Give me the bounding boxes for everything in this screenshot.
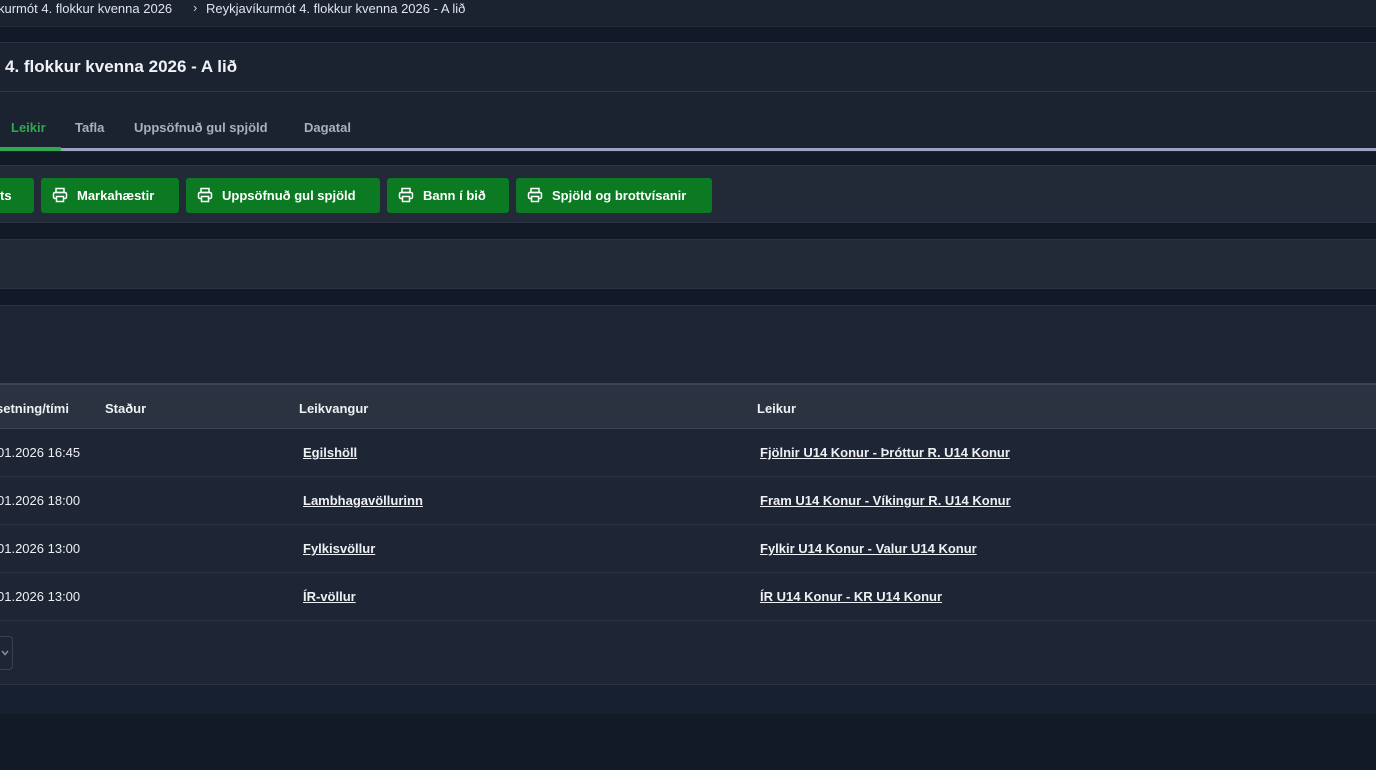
breadcrumb-item-tournament[interactable]: kurmót 4. flokkur kvenna 2026 xyxy=(0,1,172,16)
match-link[interactable]: Fjölnir U14 Konur - Þróttur R. U14 Konur xyxy=(760,445,1010,460)
tab-tafla[interactable]: Tafla xyxy=(75,120,104,135)
title-bar: 4. flokkur kvenna 2026 - A lið xyxy=(0,42,1376,92)
table-row: 01.2026 16:45 Egilshöll Fjölnir U14 Konu… xyxy=(0,429,1376,477)
chevron-right-icon: › xyxy=(193,0,198,15)
table-header: setning/tími Staður Leikvangur Leikur xyxy=(0,383,1376,429)
tab-bar: Leikir Tafla Uppsöfnuð gul spjöld Dagata… xyxy=(0,92,1376,152)
breadcrumb-item-current[interactable]: Reykjavíkurmót 4. flokkur kvenna 2026 - … xyxy=(206,1,465,16)
tab-leikir[interactable]: Leikir xyxy=(11,120,46,135)
column-header-datetime[interactable]: setning/tími xyxy=(0,401,69,416)
table-row: 01.2026 18:00 Lambhagavöllurinn Fram U14… xyxy=(0,477,1376,525)
button-label: ts xyxy=(0,188,12,203)
printer-icon xyxy=(527,187,543,203)
button-label: Bann í bið xyxy=(423,188,486,203)
column-header-match[interactable]: Leikur xyxy=(757,401,796,416)
table-row: 01.2026 13:00 Fylkisvöllur Fylkir U14 Ko… xyxy=(0,525,1376,573)
button-label: Markahæstir xyxy=(77,188,155,203)
print-results-button[interactable]: ts xyxy=(0,178,34,213)
venue-link[interactable]: ÍR-völlur xyxy=(303,589,356,604)
printer-icon xyxy=(52,187,68,203)
tab-yellow-cards[interactable]: Uppsöfnuð gul spjöld xyxy=(134,120,268,135)
column-header-venue[interactable]: Leikvangur xyxy=(299,401,368,416)
cell-datetime: 01.2026 16:45 xyxy=(0,445,81,460)
match-link[interactable]: ÍR U14 Konur - KR U14 Konur xyxy=(760,589,942,604)
printer-icon xyxy=(197,187,213,203)
match-link[interactable]: Fylkir U14 Konur - Valur U14 Konur xyxy=(760,541,977,556)
match-link[interactable]: Fram U14 Konur - Víkingur R. U14 Konur xyxy=(760,493,1011,508)
page-size-select[interactable] xyxy=(0,636,13,670)
venue-link[interactable]: Lambhagavöllurinn xyxy=(303,493,423,508)
print-cards-dismissals-button[interactable]: Spjöld og brottvísanir xyxy=(516,178,712,213)
chevron-down-icon xyxy=(1,650,9,656)
venue-link[interactable]: Fylkisvöllur xyxy=(303,541,375,556)
footer-strip xyxy=(0,685,1376,714)
cell-datetime: 01.2026 13:00 xyxy=(0,589,81,604)
venue-link[interactable]: Egilshöll xyxy=(303,445,357,460)
print-yellow-cards-button[interactable]: Uppsöfnuð gul spjöld xyxy=(186,178,380,213)
cell-datetime: 01.2026 13:00 xyxy=(0,541,81,556)
breadcrumb: kurmót 4. flokkur kvenna 2026 › Reykjaví… xyxy=(0,0,1376,27)
print-top-scorers-button[interactable]: Markahæstir xyxy=(41,178,179,213)
button-label: Spjöld og brottvísanir xyxy=(552,188,687,203)
column-header-place[interactable]: Staður xyxy=(105,401,146,416)
button-label: Uppsöfnuð gul spjöld xyxy=(222,188,356,203)
active-tab-indicator xyxy=(0,147,61,151)
print-toolbar: ts Markahæstir Uppsöfnuð gul spjöld Bann… xyxy=(0,165,1376,223)
page-title: 4. flokkur kvenna 2026 - A lið xyxy=(5,57,238,76)
tab-dagatal[interactable]: Dagatal xyxy=(304,120,351,135)
cell-datetime: 01.2026 18:00 xyxy=(0,493,81,508)
print-pending-bans-button[interactable]: Bann í bið xyxy=(387,178,509,213)
filter-panel xyxy=(0,239,1376,289)
table-row: 01.2026 13:00 ÍR-völlur ÍR U14 Konur - K… xyxy=(0,573,1376,621)
tab-underline xyxy=(0,148,1376,151)
printer-icon xyxy=(398,187,414,203)
